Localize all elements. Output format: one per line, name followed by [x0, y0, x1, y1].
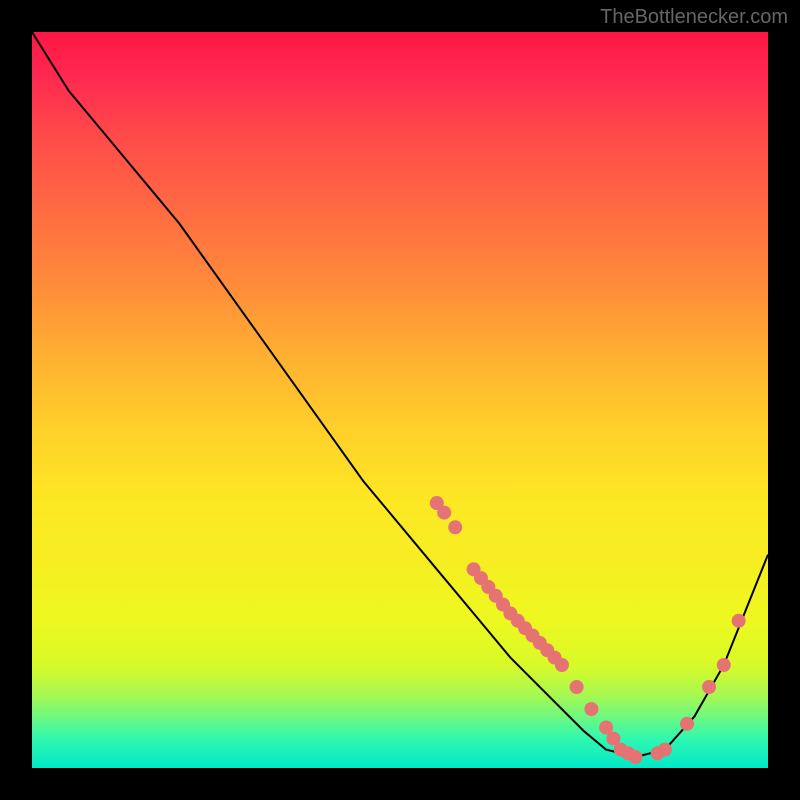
curve-marker — [555, 658, 569, 672]
chart-svg — [32, 32, 768, 768]
curve-marker — [680, 717, 694, 731]
chart-area — [32, 32, 768, 768]
curve-marker — [629, 750, 643, 764]
curve-marker — [732, 614, 746, 628]
curve-marker — [717, 658, 731, 672]
curve-markers — [430, 496, 746, 764]
curve-marker — [584, 702, 598, 716]
curve-marker — [437, 506, 451, 520]
curve-marker — [702, 680, 716, 694]
bottleneck-curve — [32, 32, 768, 757]
curve-marker — [570, 680, 584, 694]
curve-marker — [448, 520, 462, 534]
watermark-text: TheBottlenecker.com — [600, 6, 788, 29]
curve-marker — [658, 743, 672, 757]
